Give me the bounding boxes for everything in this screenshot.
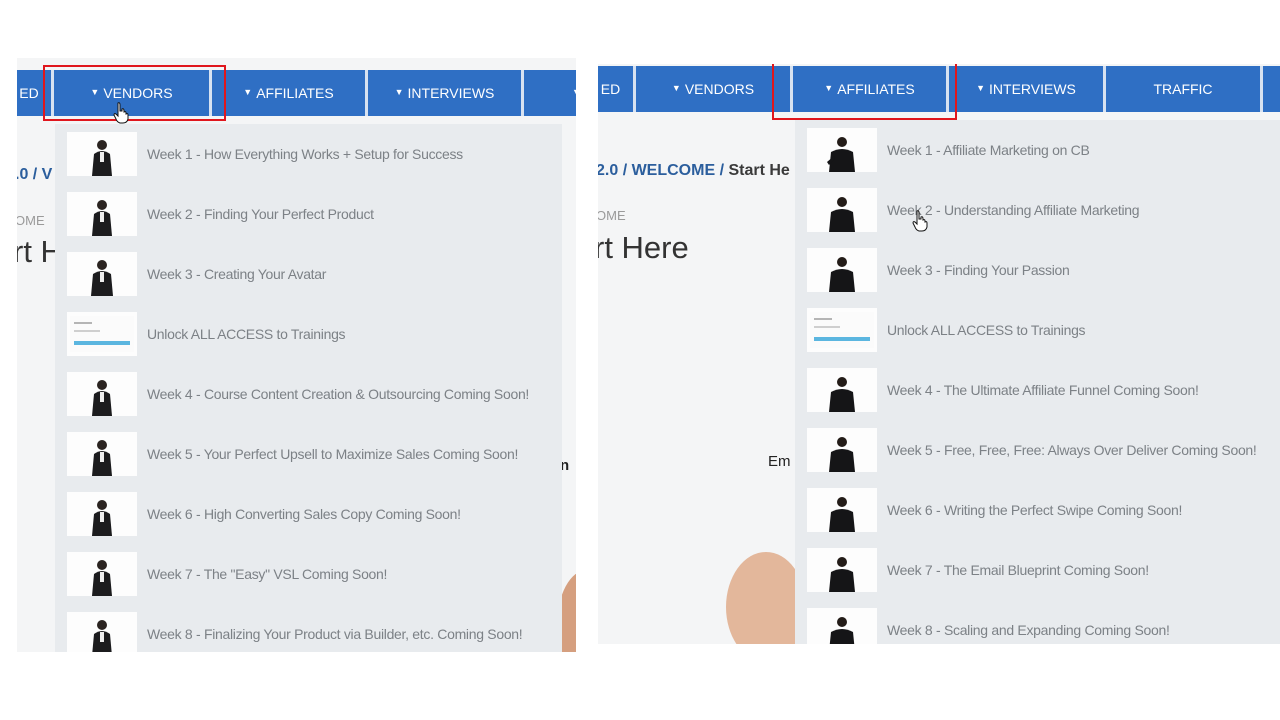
left-screenshot-panel: .0 / V OME rt H n ED ▼ VENDORS ▼ AFFILIA…: [17, 58, 576, 652]
presenter-thumbnail-icon: [807, 548, 877, 592]
dropdown-item-week-8[interactable]: Week 8 - Finalizing Your Product via Bui…: [55, 604, 562, 652]
nav-item-more[interactable]: ▼: [524, 70, 576, 116]
breadcrumb: 2.0 / WELCOME / Start He: [598, 162, 790, 179]
presenter-thumbnail-icon: [807, 248, 877, 292]
affiliates-dropdown-menu: Week 1 - Affiliate Marketing on CB Week …: [795, 120, 1280, 644]
nav-item-interviews[interactable]: ▼ INTERVIEWS: [368, 70, 524, 116]
presenter-thumbnail-icon: [807, 128, 877, 172]
dropdown-item-week-4[interactable]: Week 4 - The Ultimate Affiliate Funnel C…: [795, 360, 1280, 420]
right-screenshot-panel: 2.0 / WELCOME / Start He OME rt Here Em …: [598, 64, 1280, 644]
sub-breadcrumb: OME: [598, 208, 626, 223]
nav-item-started[interactable]: ED: [598, 66, 636, 112]
vendors-highlight-box: [43, 65, 226, 121]
slide-thumbnail-icon: [807, 308, 877, 352]
dropdown-item-week-2[interactable]: Week 2 - Finding Your Perfect Product: [55, 184, 562, 244]
dropdown-item-week-7[interactable]: Week 7 - The "Easy" VSL Coming Soon!: [55, 544, 562, 604]
presenter-thumbnail-icon: [807, 488, 877, 532]
dropdown-item-week-1[interactable]: Week 1 - How Everything Works + Setup fo…: [55, 124, 562, 184]
caret-down-icon: ▼: [572, 87, 576, 97]
dropdown-item-week-5[interactable]: Week 5 - Free, Free, Free: Always Over D…: [795, 420, 1280, 480]
hand-cursor-icon: [912, 210, 928, 232]
presenter-thumbnail-icon: [67, 132, 137, 176]
dropdown-item-week-8[interactable]: Week 8 - Scaling and Expanding Coming So…: [795, 600, 1280, 644]
nav-item-affiliates[interactable]: ▼ AFFILIATES: [212, 70, 368, 116]
presenter-thumbnail-icon: [67, 612, 137, 652]
caret-down-icon: ▼: [243, 87, 253, 97]
dropdown-item-week-7[interactable]: Week 7 - The Email Blueprint Coming Soon…: [795, 540, 1280, 600]
dropdown-item-week-4[interactable]: Week 4 - Course Content Creation & Outso…: [55, 364, 562, 424]
dropdown-item-unlock-access[interactable]: Unlock ALL ACCESS to Trainings: [795, 300, 1280, 360]
dropdown-item-week-2[interactable]: Week 2 - Understanding Affiliate Marketi…: [795, 180, 1280, 240]
nav-item-traffic[interactable]: TRAFFIC: [1106, 66, 1263, 112]
slide-thumbnail-icon: [67, 312, 137, 356]
dropdown-item-week-3[interactable]: Week 3 - Finding Your Passion: [795, 240, 1280, 300]
nav-item-interviews[interactable]: ▼ INTERVIEWS: [949, 66, 1106, 112]
dropdown-item-unlock-access[interactable]: Unlock ALL ACCESS to Trainings: [55, 304, 562, 364]
sub-breadcrumb: OME: [17, 213, 45, 228]
presenter-thumbnail-icon: [67, 552, 137, 596]
presenter-thumbnail-icon: [67, 252, 137, 296]
breadcrumb: .0 / V: [17, 166, 53, 183]
presenter-thumbnail-icon: [807, 368, 877, 412]
dropdown-item-week-3[interactable]: Week 3 - Creating Your Avatar: [55, 244, 562, 304]
presenter-thumbnail-icon: [67, 192, 137, 236]
presenter-thumbnail-icon: [807, 188, 877, 232]
affiliates-highlight-box: [772, 64, 957, 120]
dropdown-item-week-5[interactable]: Week 5 - Your Perfect Upsell to Maximize…: [55, 424, 562, 484]
caret-down-icon: ▼: [671, 83, 681, 93]
presenter-thumbnail-icon: [67, 492, 137, 536]
dropdown-item-week-6[interactable]: Week 6 - Writing the Perfect Swipe Comin…: [795, 480, 1280, 540]
nav-item-vendors[interactable]: ▼ VENDORS: [636, 66, 793, 112]
background-text-fragment: Em: [768, 453, 791, 470]
vendors-dropdown-menu: Week 1 - How Everything Works + Setup fo…: [55, 124, 562, 652]
dropdown-item-week-6[interactable]: Week 6 - High Converting Sales Copy Comi…: [55, 484, 562, 544]
presenter-thumbnail-icon: [67, 432, 137, 476]
page-title: rt Here: [598, 230, 689, 265]
presenter-thumbnail-icon: [807, 428, 877, 472]
dropdown-item-week-1[interactable]: Week 1 - Affiliate Marketing on CB: [795, 120, 1280, 180]
caret-down-icon: ▼: [976, 83, 986, 93]
caret-down-icon: ▼: [394, 87, 404, 97]
hand-cursor-icon: [113, 102, 129, 124]
presenter-thumbnail-icon: [807, 608, 877, 644]
presenter-thumbnail-icon: [67, 372, 137, 416]
